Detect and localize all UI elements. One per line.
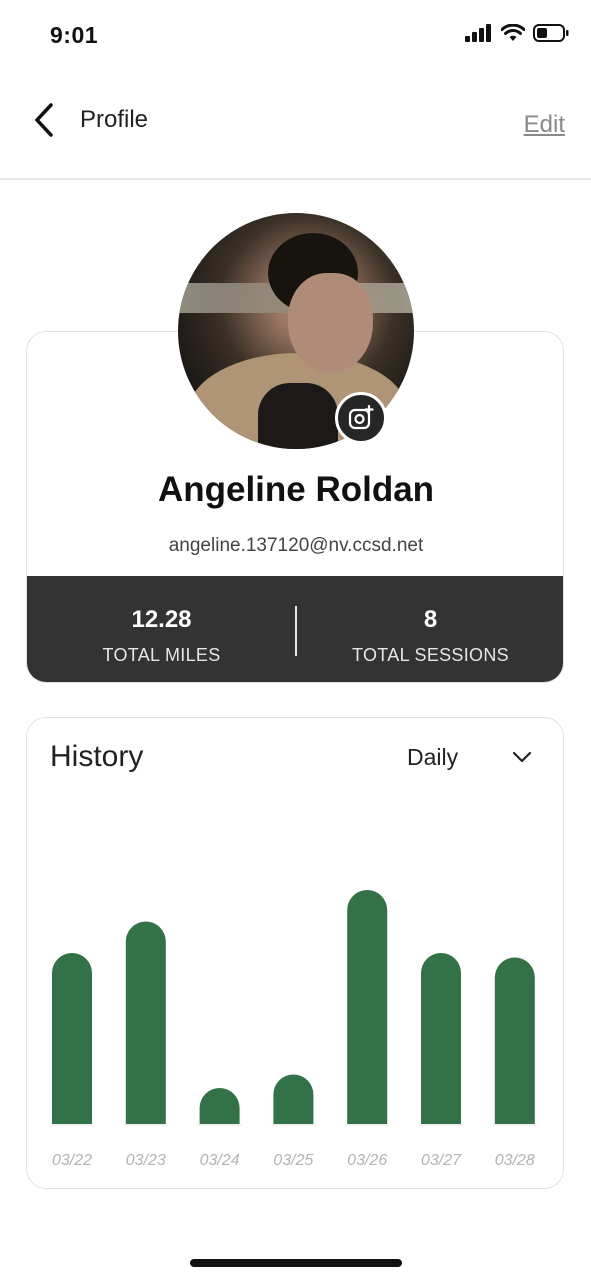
period-dropdown[interactable]: Daily [407,742,547,778]
stat-label: TOTAL SESSIONS [352,645,509,665]
x-tick-label: 03/25 [273,1152,313,1169]
status-time: 9:01 [50,22,99,48]
stat-value: 8 [423,606,438,633]
camera-add-icon [348,405,374,430]
chart-bar-03-26 [347,890,388,1124]
chart-bar-03-27 [421,953,461,1124]
stat-total-miles: 12.28 TOTAL MILES [27,576,296,682]
history-card: 03/22 03/23 03/24 03/25 03/26 03/27 03/28 Hist… [26,717,564,1189]
chart-bar-03-23 [125,921,166,1124]
signal-icon [465,24,491,42]
stat-label: TOTAL MILES [102,645,221,665]
chevron-down-icon [512,751,532,763]
status-icons [465,24,569,42]
x-tick-label: 03/27 [421,1152,462,1169]
back-button[interactable] [24,98,64,142]
stat-total-sessions: 8 TOTAL SESSIONS [296,576,563,682]
x-tick-label: 03/26 [347,1152,387,1169]
page-title: Profile [80,106,149,133]
chevron-left-icon [35,103,53,137]
change-photo-button[interactable] [335,392,387,444]
home-indicator [190,1259,402,1267]
period-selected: Daily [407,744,459,770]
x-tick-label: 03/28 [495,1152,535,1169]
profile-email: angeline.137120@nv.ccsd.net [168,535,424,556]
edit-button[interactable]: Edit [524,111,565,139]
status-bar: 9:01 [0,0,591,70]
stats-bar: 12.28 TOTAL MILES 8 TOTAL SESSIONS [27,576,563,682]
wifi-icon [501,24,525,41]
x-tick-label: 03/24 [200,1152,240,1169]
profile-name: Angeline Roldan [157,470,435,509]
chart-bar-03-22 [52,953,92,1124]
chart-bar-03-24 [199,1088,240,1124]
battery-icon [533,24,569,42]
stat-value: 12.28 [131,606,192,633]
history-chart: 03/22 03/23 03/24 03/25 03/26 03/27 03/28 [50,890,537,1169]
history-title: History [50,740,144,773]
x-tick-label: 03/22 [52,1152,92,1169]
chart-bar-03-25 [273,1074,314,1124]
nav-header: Profile Edit [0,70,591,180]
chart-bar-03-28 [494,957,535,1124]
x-tick-label: 03/23 [126,1152,166,1169]
